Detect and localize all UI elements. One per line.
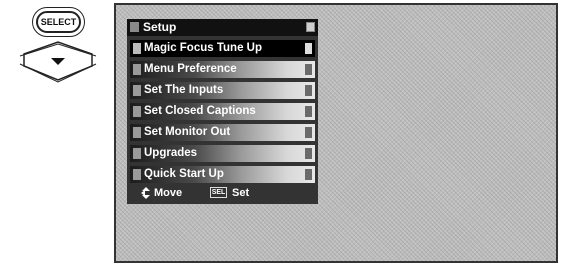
menu-title-bar: Setup xyxy=(127,19,318,36)
setup-menu: Setup Magic Focus Tune Up Menu Preferenc… xyxy=(127,19,318,204)
menu-item-label: Set The Inputs xyxy=(144,84,224,96)
title-marker-icon xyxy=(130,22,139,32)
item-end-marker-icon xyxy=(305,169,312,180)
menu-item-label: Quick Start Up xyxy=(144,168,224,180)
menu-title: Setup xyxy=(143,20,177,34)
item-end-marker-icon xyxy=(305,148,312,159)
menu-item-label: Magic Focus Tune Up xyxy=(144,42,262,54)
item-end-marker-icon xyxy=(305,43,312,54)
menu-item-set-monitor-out[interactable]: Set Monitor Out xyxy=(130,124,315,141)
set-hint-label: Set xyxy=(232,187,250,199)
item-end-marker-icon xyxy=(305,127,312,138)
item-end-marker-icon xyxy=(305,64,312,75)
item-end-marker-icon xyxy=(305,106,312,117)
menu-item-set-closed-captions[interactable]: Set Closed Captions xyxy=(130,103,315,120)
item-marker-icon xyxy=(133,64,141,75)
item-marker-icon xyxy=(133,127,141,138)
item-marker-icon xyxy=(133,169,141,180)
item-marker-icon xyxy=(133,85,141,96)
menu-item-menu-preference[interactable]: Menu Preference xyxy=(130,61,315,78)
menu-item-quick-start-up[interactable]: Quick Start Up xyxy=(130,166,315,183)
item-marker-icon xyxy=(133,106,141,117)
menu-item-label: Upgrades xyxy=(144,147,198,159)
remote-control: SELECT xyxy=(0,0,112,90)
down-arrow-button[interactable] xyxy=(18,40,98,84)
menu-item-label: Menu Preference xyxy=(144,63,237,75)
item-marker-icon xyxy=(133,43,141,54)
item-end-marker-icon xyxy=(305,85,312,96)
item-marker-icon xyxy=(133,148,141,159)
sel-key-icon: SEL xyxy=(210,187,227,198)
menu-item-set-the-inputs[interactable]: Set The Inputs xyxy=(130,82,315,99)
move-hint-label: Move xyxy=(154,187,183,199)
menu-item-upgrades[interactable]: Upgrades xyxy=(130,145,315,162)
menu-item-magic-focus-tune-up[interactable]: Magic Focus Tune Up xyxy=(130,40,315,57)
menu-footer-hints: Move SEL Set xyxy=(130,185,315,201)
menu-item-label: Set Closed Captions xyxy=(144,105,256,117)
title-end-marker-icon xyxy=(306,22,315,32)
select-button[interactable]: SELECT xyxy=(36,11,81,33)
menu-item-label: Set Monitor Out xyxy=(144,126,231,138)
move-arrows-icon xyxy=(141,187,150,199)
